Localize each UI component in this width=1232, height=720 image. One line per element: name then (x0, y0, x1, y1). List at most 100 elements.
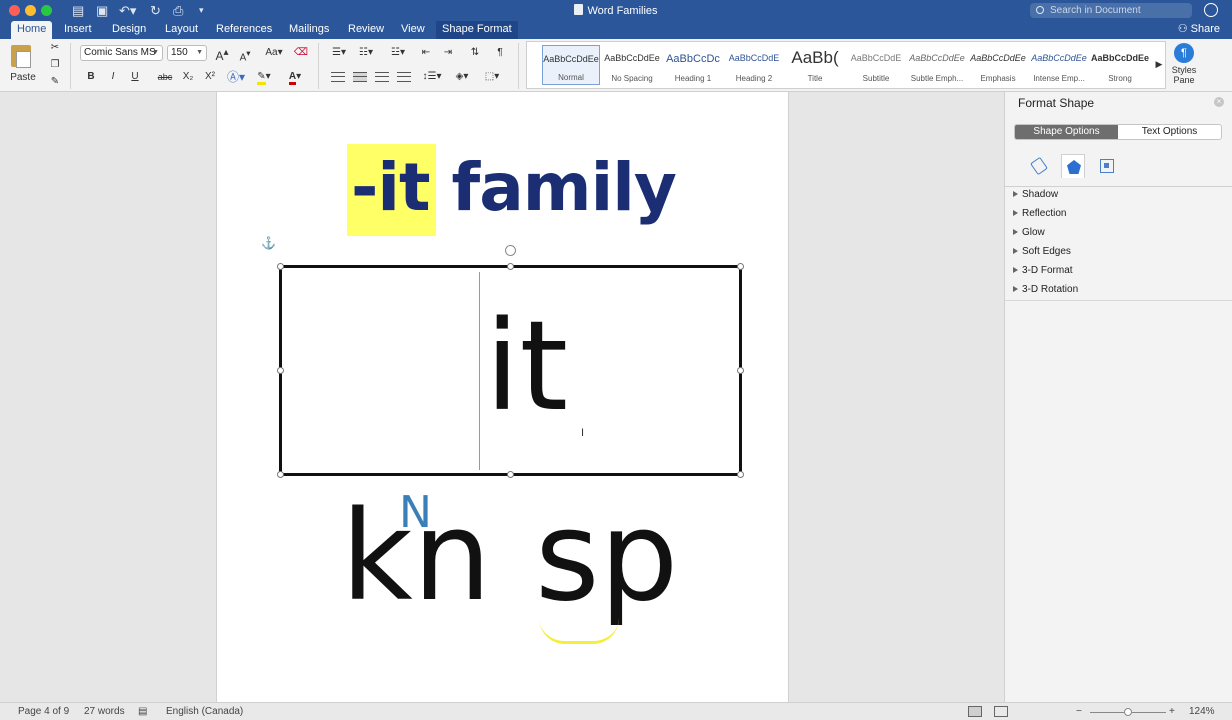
user-account-icon[interactable] (1204, 3, 1218, 17)
style-subtle-emphasis[interactable]: AaBbCcDdEe Subtle Emph... (908, 45, 966, 85)
section-3d-rotation[interactable]: 3-D Rotation (1013, 280, 1225, 299)
undo-icon[interactable]: ↶▾ (119, 2, 136, 19)
zoom-out-icon[interactable]: − (1076, 706, 1082, 718)
subscript-button[interactable]: X₂ (179, 69, 197, 85)
tab-review[interactable]: Review (342, 21, 390, 39)
decrease-indent-icon[interactable]: ⇤ (418, 45, 434, 61)
resize-handle[interactable] (507, 263, 514, 270)
copy-icon[interactable]: ❐ (48, 57, 62, 73)
bullets-icon[interactable]: ☰▾ (328, 45, 350, 61)
tab-view[interactable]: View (395, 21, 431, 39)
grow-font-button[interactable]: A▴ (212, 45, 232, 63)
multilevel-list-icon[interactable]: ☳▾ (385, 45, 411, 61)
italic-button[interactable]: I (105, 69, 121, 85)
resize-handle[interactable] (277, 367, 284, 374)
section-shadow[interactable]: Shadow (1013, 185, 1225, 204)
word-count[interactable]: 27 words (84, 706, 125, 718)
style-heading-1[interactable]: AaBbCcDc Heading 1 (664, 45, 722, 85)
paste-icon[interactable] (11, 45, 31, 68)
resize-handle[interactable] (277, 263, 284, 270)
align-center-icon[interactable] (353, 72, 367, 82)
style-emphasis[interactable]: AaBbCcDdEe Emphasis (969, 45, 1027, 85)
zoom-level[interactable]: 124% (1189, 706, 1215, 718)
save-icon[interactable]: ▣ (96, 2, 108, 19)
resize-handle[interactable] (737, 367, 744, 374)
effects-tab[interactable] (1061, 154, 1085, 178)
redo-icon[interactable]: ↻ (150, 2, 161, 19)
justify-icon[interactable] (397, 72, 411, 82)
document-page[interactable]: -it family ⚓ it I N kn sp (216, 92, 789, 702)
section-soft-edges[interactable]: Soft Edges (1013, 242, 1225, 261)
format-painter-icon[interactable]: ✎ (48, 74, 62, 90)
print-layout-view-icon[interactable] (968, 706, 982, 717)
tab-references[interactable]: References (210, 21, 278, 39)
paste-button[interactable]: Paste (6, 70, 40, 86)
close-window-button[interactable] (9, 5, 20, 16)
resize-handle[interactable] (737, 471, 744, 478)
tab-text-options[interactable]: Text Options (1118, 125, 1221, 139)
language-indicator[interactable]: English (Canada) (166, 706, 243, 718)
style-normal[interactable]: AaBbCcDdEe Normal (542, 45, 600, 85)
section-glow[interactable]: Glow (1013, 223, 1225, 242)
zoom-slider-thumb[interactable] (1124, 708, 1132, 716)
layout-properties-tab[interactable] (1095, 154, 1119, 178)
resize-handle[interactable] (277, 471, 284, 478)
gallery-more-icon[interactable]: ▶ (1153, 56, 1165, 72)
tab-mailings[interactable]: Mailings (283, 21, 335, 39)
tab-layout[interactable]: Layout (159, 21, 204, 39)
clear-formatting-icon[interactable]: ⌫ (293, 45, 309, 61)
tab-home[interactable]: Home (11, 21, 53, 39)
selected-text-box[interactable]: it (277, 263, 744, 478)
superscript-button[interactable]: X² (201, 69, 219, 85)
increase-indent-icon[interactable]: ⇥ (440, 45, 456, 61)
shading-icon[interactable]: ◈▾ (450, 69, 474, 85)
tab-shape-options[interactable]: Shape Options (1015, 125, 1118, 139)
style-strong[interactable]: AaBbCcDdEe Strong (1091, 45, 1149, 85)
line-spacing-icon[interactable]: ↕☰▾ (420, 69, 444, 85)
web-layout-view-icon[interactable] (994, 706, 1008, 717)
tab-shape-format[interactable]: Shape Format (436, 21, 518, 39)
show-formatting-icon[interactable]: ¶ (492, 45, 508, 61)
sort-icon[interactable]: ⇅ (466, 45, 484, 61)
styles-pane-button[interactable]: ¶ Styles Pane (1170, 43, 1198, 85)
maximize-window-button[interactable] (41, 5, 52, 16)
section-3d-format[interactable]: 3-D Format (1013, 261, 1225, 280)
tab-insert[interactable]: Insert (58, 21, 98, 39)
resize-handle[interactable] (737, 263, 744, 270)
numbering-icon[interactable]: ☷▾ (355, 45, 377, 61)
highlight-color-icon[interactable]: ✎▾ (253, 69, 275, 85)
page-count[interactable]: Page 4 of 9 (18, 706, 69, 718)
resize-handle[interactable] (507, 471, 514, 478)
section-reflection[interactable]: Reflection (1013, 204, 1225, 223)
shrink-font-button[interactable]: A▾ (235, 45, 255, 63)
anchor-icon[interactable]: ⚓ (261, 236, 276, 250)
zoom-in-icon[interactable]: + (1169, 706, 1175, 718)
cut-icon[interactable]: ✂ (48, 40, 62, 56)
underline-button[interactable]: U (127, 69, 143, 85)
customize-toolbar-icon[interactable]: ▾ (199, 2, 204, 19)
proofing-icon[interactable]: ▤ (138, 706, 147, 718)
align-right-icon[interactable] (375, 72, 389, 82)
style-title[interactable]: AaBb(Title (786, 45, 844, 85)
strikethrough-button[interactable]: abc (155, 69, 175, 85)
font-name-select[interactable]: Comic Sans MS ▼ (80, 45, 163, 61)
print-icon[interactable]: ⎙ (173, 2, 183, 19)
minimize-window-button[interactable] (25, 5, 36, 16)
text-effects-icon[interactable]: Ⓐ▾ (226, 69, 246, 85)
align-left-icon[interactable] (331, 72, 345, 82)
tab-design[interactable]: Design (106, 21, 152, 39)
fill-line-tab[interactable] (1027, 154, 1051, 178)
style-subtitle[interactable]: AaBbCcDdE Subtitle (847, 45, 905, 85)
rotate-handle[interactable] (505, 245, 516, 256)
close-icon[interactable]: × (1214, 97, 1224, 107)
bold-button[interactable]: B (83, 69, 99, 85)
font-size-select[interactable]: 150 ▼ (167, 45, 207, 61)
borders-icon[interactable]: ⬚▾ (478, 69, 506, 85)
change-case-button[interactable]: Aa▾ (262, 45, 286, 61)
document-canvas[interactable]: -it family ⚓ it I N kn sp (0, 92, 1004, 702)
style-heading-2[interactable]: AaBbCcDdE Heading 2 (725, 45, 783, 85)
search-document-input[interactable]: Search in Document (1030, 3, 1192, 18)
share-button[interactable]: ⚇ Share (1178, 21, 1220, 38)
font-color-icon[interactable]: A▾ (284, 69, 306, 85)
style-no-spacing[interactable]: AaBbCcDdEe No Spacing (603, 45, 661, 85)
